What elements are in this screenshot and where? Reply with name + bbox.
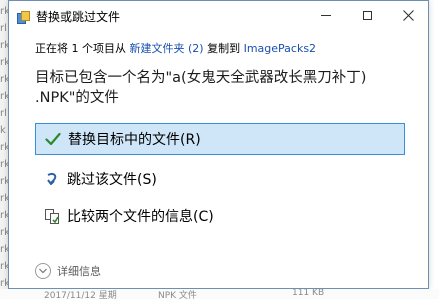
skip-arrow-icon bbox=[43, 170, 61, 188]
path-middle: 复制到 bbox=[203, 42, 244, 55]
minimize-icon bbox=[321, 14, 331, 16]
replace-or-skip-dialog: 替换或跳过文件 正在将 1 个项目从 新建文件夹 (2) 复制到 ImagePa… bbox=[8, 0, 429, 289]
source-folder-link[interactable]: 新建文件夹 (2) bbox=[130, 42, 204, 55]
replace-file-label: 替换目标中的文件(R) bbox=[68, 132, 201, 148]
dialog-title: 替换或跳过文件 bbox=[36, 10, 121, 24]
message-line-1: 目标已包含一个名为"a(女鬼天全武器改长黑刀补丁) bbox=[35, 70, 367, 86]
bg-row-type: NPK 文件 bbox=[158, 291, 197, 299]
checkmark-icon bbox=[44, 130, 62, 148]
details-toggle[interactable]: 详细信息 bbox=[35, 263, 101, 279]
minimize-button[interactable] bbox=[311, 4, 341, 26]
compare-files-icon bbox=[43, 207, 61, 225]
destination-folder-link[interactable]: ImagePacks2 bbox=[244, 42, 316, 55]
chevron-down-icon bbox=[35, 263, 51, 279]
replace-file-option[interactable]: 替换目标中的文件(R) bbox=[35, 123, 405, 155]
path-prefix: 正在将 1 个项目从 bbox=[35, 42, 130, 55]
close-button[interactable] bbox=[393, 4, 423, 26]
conflict-message: 目标已包含一个名为"a(女鬼天全武器改长黑刀补丁) .NPK"的文件 bbox=[35, 68, 366, 108]
close-icon bbox=[402, 9, 414, 21]
message-line-2: .NPK"的文件 bbox=[35, 90, 119, 106]
compare-files-label: 比较两个文件的信息(C) bbox=[67, 209, 214, 225]
background-file-row: 2017/11/12 星期 NPK 文件 111 KB bbox=[0, 289, 439, 299]
skip-file-label: 跳过该文件(S) bbox=[67, 172, 157, 188]
title-bar: 替换或跳过文件 bbox=[9, 1, 428, 31]
maximize-icon bbox=[362, 10, 372, 20]
maximize-button[interactable] bbox=[352, 4, 382, 26]
file-replace-icon bbox=[17, 9, 30, 24]
details-label: 详细信息 bbox=[57, 265, 101, 278]
bg-row-date: 2017/11/12 星期 bbox=[44, 291, 117, 299]
background-letter: k bbox=[0, 125, 6, 136]
copy-path-line: 正在将 1 个项目从 新建文件夹 (2) 复制到 ImagePacks2 bbox=[35, 40, 316, 56]
skip-file-option[interactable]: 跳过该文件(S) bbox=[35, 163, 405, 195]
compare-files-option[interactable]: 比较两个文件的信息(C) bbox=[35, 200, 405, 232]
background-letter: rl bbox=[0, 108, 7, 119]
background-letter: rl bbox=[0, 23, 7, 34]
bg-row-size: 111 KB bbox=[292, 289, 325, 298]
